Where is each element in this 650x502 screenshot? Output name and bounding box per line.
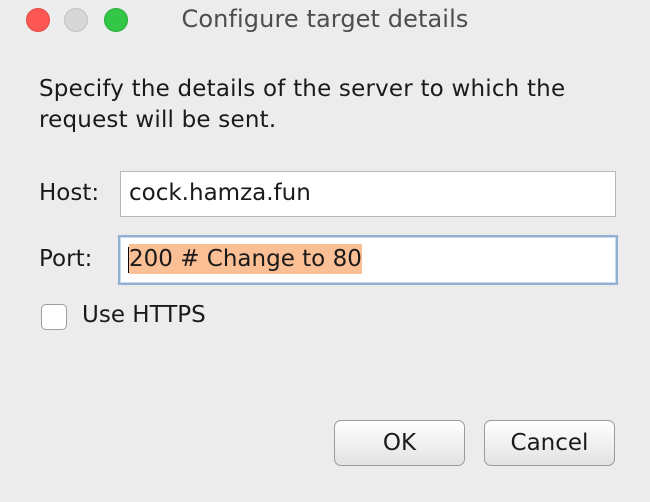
- port-label: Port:: [39, 246, 93, 272]
- ok-button[interactable]: OK: [334, 420, 465, 466]
- use-https-label[interactable]: Use HTTPS: [82, 302, 206, 328]
- host-input[interactable]: cock.hamza.fun: [120, 171, 616, 217]
- cancel-button[interactable]: Cancel: [484, 420, 615, 466]
- title-bar: Configure target details: [0, 0, 650, 40]
- host-label: Host:: [39, 180, 100, 206]
- host-value: cock.hamza.fun: [129, 180, 311, 206]
- dialog-window: Configure target details Specify the det…: [0, 0, 650, 502]
- use-https-checkbox[interactable]: [41, 304, 67, 330]
- port-input[interactable]: 200 # Change to 80: [118, 235, 618, 285]
- dialog-content: Specify the details of the server to whi…: [8, 40, 650, 502]
- port-value: 200 # Change to 80: [129, 244, 362, 274]
- instruction-text: Specify the details of the server to whi…: [39, 76, 566, 133]
- window-title: Configure target details: [181, 5, 469, 33]
